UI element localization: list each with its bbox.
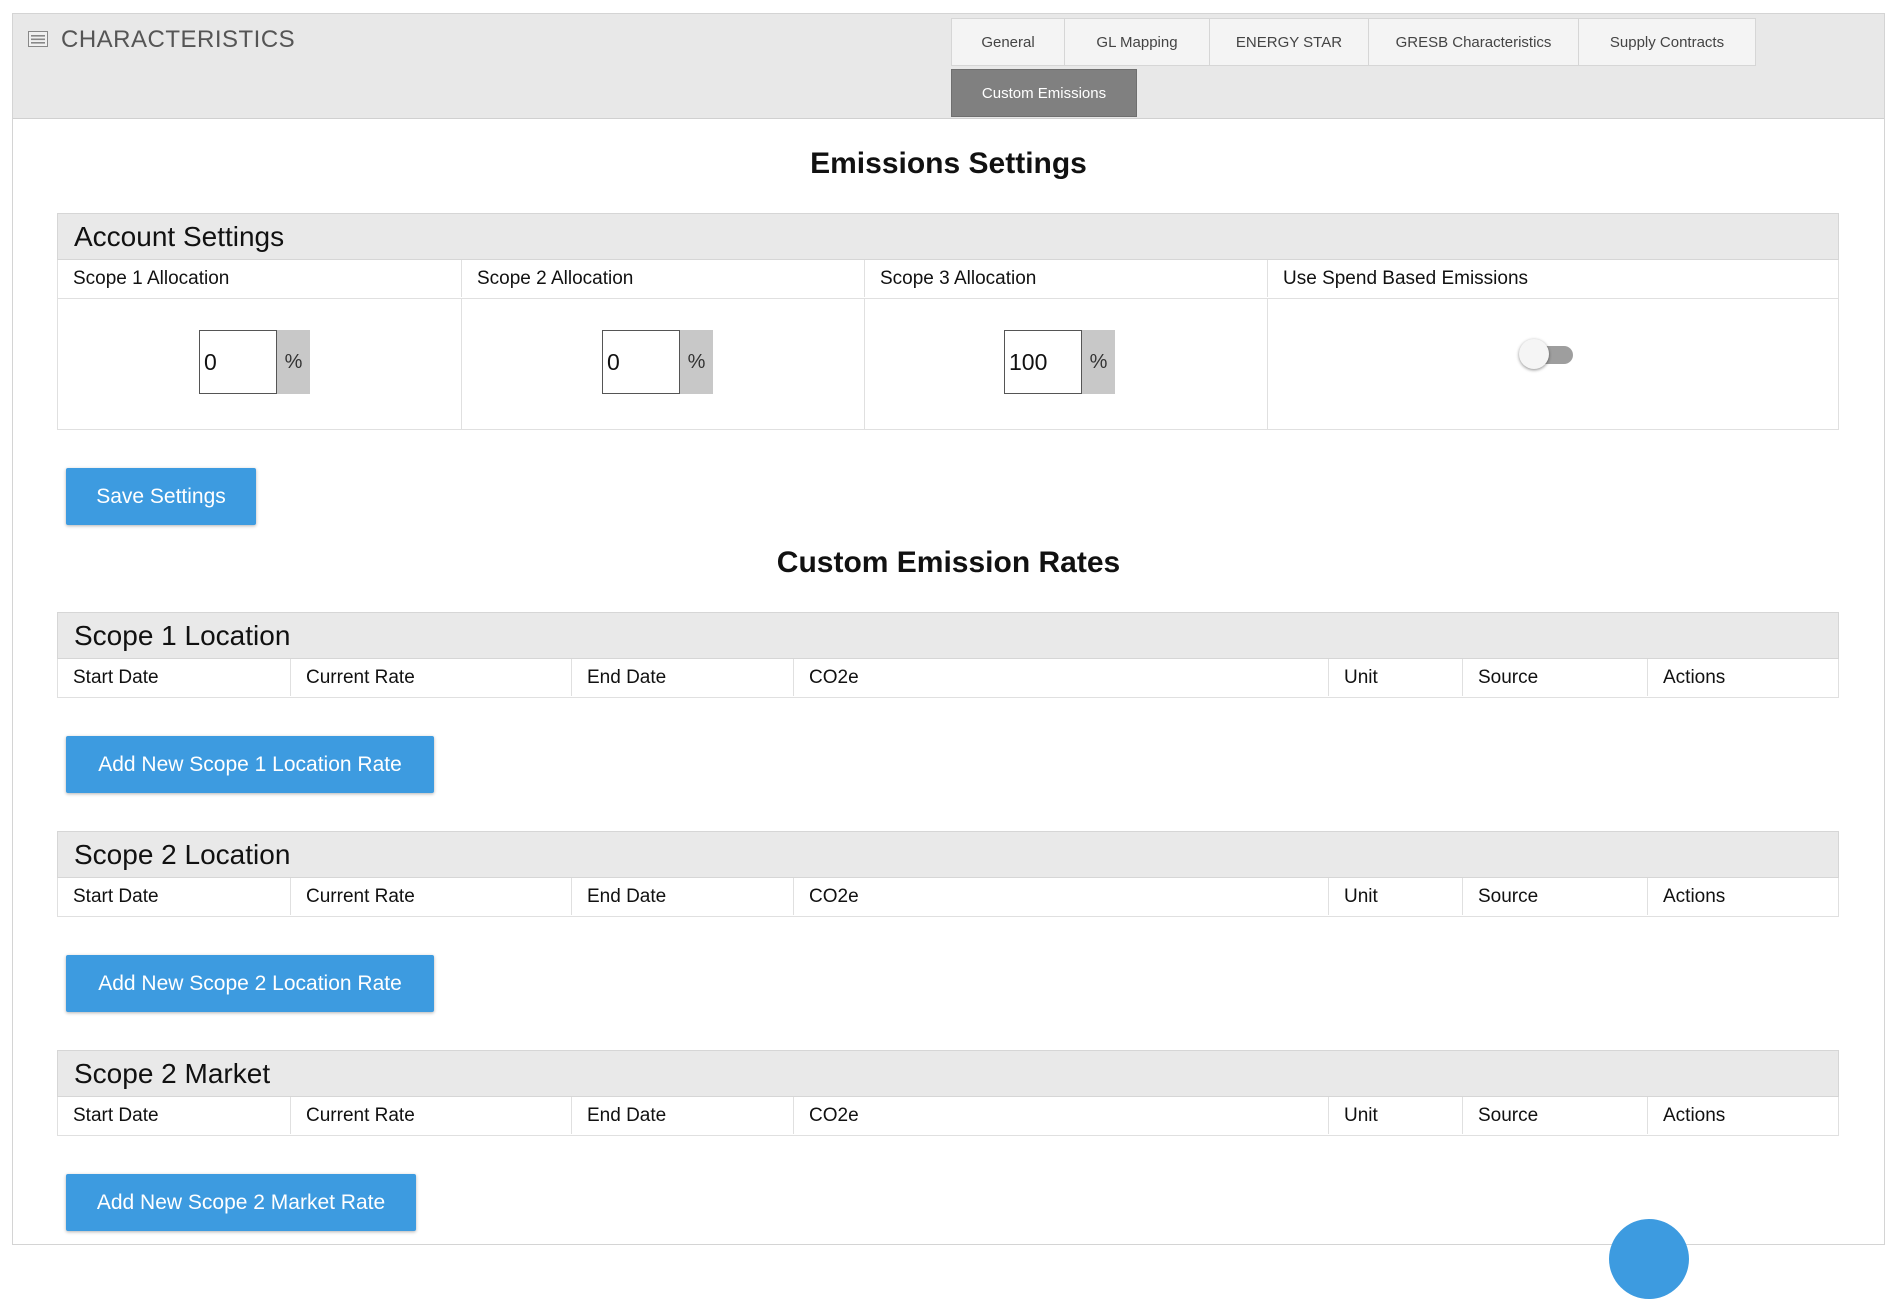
- column-header: Unit: [1329, 878, 1463, 915]
- scope2-location-title: Scope 2 Location: [74, 839, 291, 870]
- tab-gresb-characteristics[interactable]: GRESB Characteristics: [1368, 18, 1579, 66]
- tab-general[interactable]: General: [951, 18, 1065, 66]
- tab-gl-mapping[interactable]: GL Mapping: [1064, 18, 1210, 66]
- column-header: Actions: [1663, 1105, 1726, 1126]
- column-header: End Date: [572, 659, 794, 696]
- column-header: Scope 1 Allocation: [58, 260, 462, 297]
- column-header: CO2e: [794, 878, 1329, 915]
- column-header: End Date: [572, 1097, 794, 1134]
- scope1-location-title: Scope 1 Location: [74, 620, 291, 651]
- column-header: Unit: [1329, 659, 1463, 696]
- scope3-allocation-input[interactable]: [1004, 330, 1082, 394]
- column-header: Start Date: [58, 659, 291, 696]
- column-header: Source: [1463, 878, 1648, 915]
- column-header: Current Rate: [291, 878, 572, 915]
- scope1-allocation-input[interactable]: [199, 330, 277, 394]
- percent-addon: %: [1082, 330, 1115, 394]
- scope2-allocation-input[interactable]: [602, 330, 680, 394]
- scope2-market-title: Scope 2 Market: [74, 1058, 271, 1089]
- list-icon: [28, 31, 48, 47]
- column-header: Actions: [1663, 667, 1726, 688]
- custom-emission-rates-title: Custom Emission Rates: [776, 546, 1121, 579]
- column-header: Scope 2 Allocation: [462, 260, 865, 297]
- scope1-location-columns: Start Date Current Rate End Date CO2e Un…: [57, 659, 1839, 698]
- column-header: CO2e: [794, 659, 1329, 696]
- characteristics-panel: CHARACTERISTICS General GL Mapping ENERG…: [12, 13, 1885, 1299]
- toggle-knob: [1519, 339, 1549, 369]
- scope2-location-header: Scope 2 Location: [57, 831, 1839, 878]
- scope1-allocation-cell: %: [58, 299, 462, 429]
- account-settings-header: Account Settings: [57, 213, 1839, 260]
- tab-custom-emissions[interactable]: Custom Emissions: [951, 69, 1137, 117]
- scope2-market-header: Scope 2 Market: [57, 1050, 1839, 1097]
- add-scope2-location-rate-button[interactable]: Add New Scope 2 Location Rate: [66, 955, 434, 1012]
- tab-energy-star[interactable]: ENERGY STAR: [1209, 18, 1369, 66]
- column-header: CO2e: [794, 1097, 1329, 1134]
- floating-action-button[interactable]: [1609, 1219, 1689, 1299]
- add-scope1-location-rate-button[interactable]: Add New Scope 1 Location Rate: [66, 736, 434, 793]
- spend-based-cell: [1268, 299, 1838, 429]
- percent-addon: %: [680, 330, 713, 394]
- column-header: Use Spend Based Emissions: [1283, 268, 1529, 289]
- column-header: Source: [1463, 659, 1648, 696]
- panel-header: CHARACTERISTICS General GL Mapping ENERG…: [13, 14, 1884, 119]
- save-settings-button[interactable]: Save Settings: [66, 468, 256, 525]
- tab-supply-contracts[interactable]: Supply Contracts: [1578, 18, 1756, 66]
- column-header: Start Date: [58, 1097, 291, 1134]
- column-header: Unit: [1329, 1097, 1463, 1134]
- scope2-market-columns: Start Date Current Rate End Date CO2e Un…: [57, 1097, 1839, 1136]
- scope3-allocation-cell: %: [865, 299, 1268, 429]
- scope2-allocation-cell: %: [462, 299, 865, 429]
- column-header: Source: [1463, 1097, 1648, 1134]
- spend-based-toggle[interactable]: [1519, 339, 1575, 371]
- percent-addon: %: [277, 330, 310, 394]
- column-header: Current Rate: [291, 659, 572, 696]
- scope1-location-header: Scope 1 Location: [57, 612, 1839, 659]
- scope2-location-columns: Start Date Current Rate End Date CO2e Un…: [57, 878, 1839, 917]
- add-scope2-market-rate-button[interactable]: Add New Scope 2 Market Rate: [66, 1174, 416, 1231]
- column-header: Current Rate: [291, 1097, 572, 1134]
- panel-title: CHARACTERISTICS: [61, 26, 296, 53]
- account-settings-body: % % %: [57, 299, 1839, 430]
- account-settings-title: Account Settings: [74, 221, 285, 252]
- account-settings-header-row: Scope 1 Allocation Scope 2 Allocation Sc…: [57, 260, 1839, 299]
- column-header: Start Date: [58, 878, 291, 915]
- emissions-settings-title: Emissions Settings: [810, 147, 1087, 180]
- column-header: End Date: [572, 878, 794, 915]
- column-header: Actions: [1663, 886, 1726, 907]
- column-header: Scope 3 Allocation: [865, 260, 1268, 297]
